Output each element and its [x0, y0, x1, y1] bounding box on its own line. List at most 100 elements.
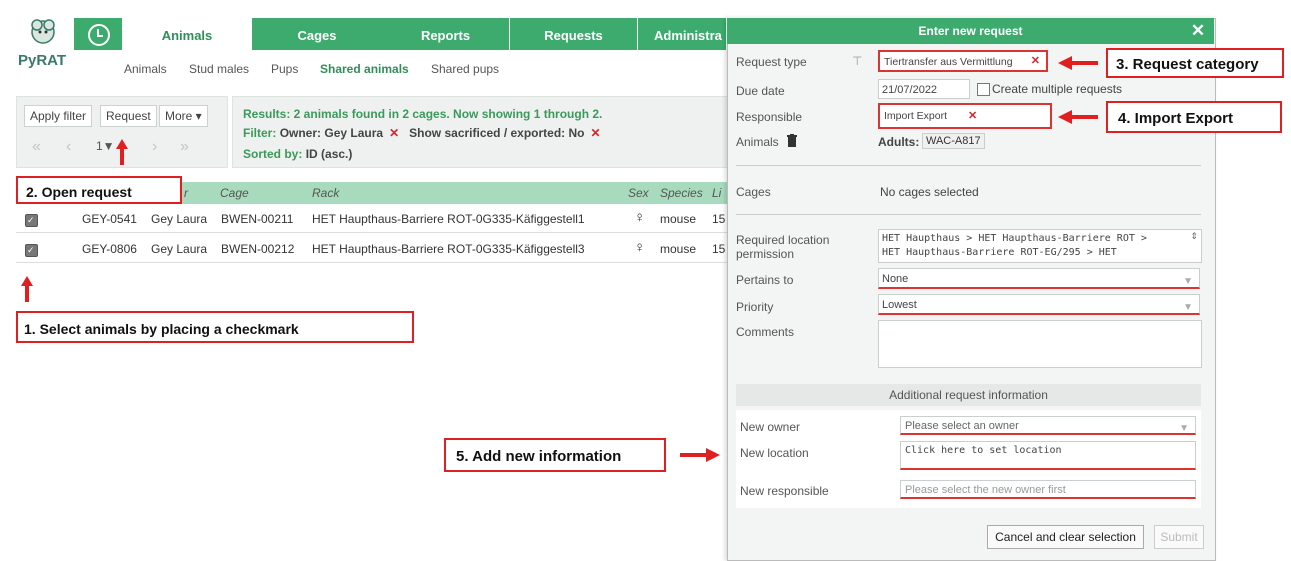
col-species-header[interactable]: Species — [660, 186, 703, 200]
results-panel: Results: 2 animals found in 2 cages. Now… — [232, 96, 729, 168]
trash-icon[interactable] — [787, 134, 797, 147]
cell-species: mouse — [660, 242, 697, 256]
cell-rack: HET Haupthaus-Barriere ROT-0G335-Käfigge… — [312, 212, 585, 226]
last-page-button[interactable]: » — [180, 138, 189, 156]
col-rack-header[interactable]: Rack — [312, 186, 339, 200]
due-date-label: Due date — [736, 84, 785, 98]
dropdown-arrow-icon: ▼ — [1179, 423, 1189, 434]
col-li-header[interactable]: Li — [712, 186, 721, 200]
cell-species: mouse — [660, 212, 697, 226]
scroll-arrows-icon[interactable]: ⇕ — [1190, 231, 1198, 242]
callout-open-request: 2. Open request — [16, 176, 182, 204]
create-multiple-label: Create multiple requests — [992, 82, 1123, 96]
row-checkbox[interactable] — [25, 214, 38, 227]
pyrat-logo: PyRAT — [14, 16, 72, 76]
request-button[interactable]: Request — [100, 105, 157, 127]
cell-rack: HET Haupthaus-Barriere ROT-0G335-Käfigge… — [312, 242, 585, 256]
next-page-button[interactable]: › — [152, 138, 157, 156]
divider — [736, 214, 1201, 215]
due-date-input[interactable]: 21/07/2022 — [878, 79, 970, 99]
cell-id[interactable]: GEY-0806 — [82, 242, 137, 256]
tab-reports[interactable]: Reports — [382, 18, 510, 50]
history-tab[interactable] — [74, 18, 122, 50]
additional-info-header: Additional request information — [736, 384, 1201, 406]
apply-filter-button[interactable]: Apply filter — [24, 105, 93, 127]
cages-value: No cages selected — [880, 185, 979, 199]
animal-chip[interactable]: WAC-A817 — [922, 133, 985, 149]
dialog-title: Enter new request — [727, 18, 1214, 44]
sorted-label: Sorted by: — [243, 147, 303, 161]
animals-label: Animals — [736, 135, 779, 149]
request-type-select[interactable]: Tiertransfer aus Vermittlung ✕ — [878, 50, 1048, 72]
subtab-animals[interactable]: Animals — [124, 62, 167, 76]
cell-owner: Gey Laura — [151, 242, 208, 256]
req-location-label-2: permission — [736, 247, 795, 261]
priority-label: Priority — [736, 300, 774, 314]
mouse-logo-icon — [31, 19, 55, 44]
filter-sacrificed: Show sacrificed / exported: No — [409, 126, 585, 140]
female-icon: ♀ — [634, 239, 646, 256]
request-type-value: Tiertransfer aus Vermittlung — [884, 56, 1013, 68]
new-location-placeholder: Click here to set location — [905, 445, 1062, 456]
tab-requests[interactable]: Requests — [510, 18, 638, 50]
more-button[interactable]: More ▾ — [159, 105, 208, 127]
create-multiple-checkbox[interactable] — [977, 83, 990, 96]
req-location-label: Required location — [736, 233, 830, 247]
remove-owner-filter-icon[interactable]: ✕ — [389, 126, 399, 140]
req-location-field[interactable]: HET Haupthaus > HET Haupthaus-Barriere R… — [878, 229, 1202, 263]
comments-textarea[interactable] — [878, 320, 1202, 368]
subtab-shared-pups[interactable]: Shared pups — [431, 62, 499, 76]
new-owner-label: New owner — [740, 420, 801, 434]
pertains-select[interactable]: None ▼ — [878, 268, 1200, 289]
tab-animals[interactable]: Animals — [122, 18, 253, 50]
callout-add-info: 5. Add new information — [444, 438, 666, 472]
responsible-select[interactable]: Import Export ✕ — [878, 103, 1052, 129]
cell-li: 15 — [712, 212, 726, 226]
subtab-pups[interactable]: Pups — [271, 62, 298, 76]
cell-cage[interactable]: BWEN-00211 — [221, 212, 293, 226]
cell-owner: Gey Laura — [151, 212, 208, 226]
dropdown-arrow-icon: ▼ — [1183, 302, 1193, 313]
filter-label: Filter: — [243, 126, 277, 140]
new-location-label: New location — [740, 446, 809, 460]
results-summary: Results: 2 animals found in 2 cages. Now… — [243, 107, 603, 121]
clock-icon — [88, 24, 110, 46]
arrow-right-icon — [680, 448, 720, 462]
col-cage-header[interactable]: Cage — [220, 186, 249, 200]
sorted-value[interactable]: ID (asc.) — [306, 147, 353, 161]
remove-responsible-icon[interactable]: ✕ — [968, 109, 977, 122]
new-responsible-label: New responsible — [740, 484, 829, 498]
callout-select-animals: 1. Select animals by placing a checkmark — [16, 311, 414, 343]
tab-cages[interactable]: Cages — [252, 18, 383, 50]
priority-value: Lowest — [882, 299, 917, 311]
cell-id[interactable]: GEY-0541 — [82, 212, 137, 226]
page-select[interactable]: 1▼ — [96, 139, 115, 153]
arrow-left-icon — [1058, 56, 1098, 70]
remove-sacrificed-filter-icon[interactable]: ✕ — [591, 126, 601, 140]
subtab-stud-males[interactable]: Stud males — [189, 62, 249, 76]
remove-request-type-icon[interactable]: ✕ — [1031, 54, 1040, 67]
col-sex-header[interactable]: Sex — [628, 186, 649, 200]
cell-cage[interactable]: BWEN-00212 — [221, 242, 294, 256]
row-checkbox[interactable] — [25, 244, 38, 257]
col-owner-header[interactable]: r — [184, 186, 188, 200]
pertains-value: None — [882, 273, 909, 285]
close-icon[interactable]: ✕ — [1188, 20, 1208, 42]
submit-button[interactable]: Submit — [1154, 525, 1204, 549]
subtab-shared-animals[interactable]: Shared animals — [320, 62, 409, 76]
callout-request-category: 3. Request category — [1106, 48, 1284, 78]
first-page-button[interactable]: « — [32, 138, 41, 156]
responsible-label: Responsible — [736, 110, 803, 124]
new-responsible-input[interactable]: Please select the new owner first — [900, 480, 1196, 499]
req-location-line-2: HET Haupthaus-Barriere ROT-EG/295 > HET — [882, 247, 1117, 258]
priority-select[interactable]: Lowest ▼ — [878, 294, 1200, 315]
prev-page-button[interactable]: ‹ — [66, 138, 71, 156]
responsible-value: Import Export — [884, 110, 948, 122]
cancel-clear-button[interactable]: Cancel and clear selection — [987, 525, 1144, 549]
filter-owner: Owner: Gey Laura — [279, 126, 384, 140]
new-location-textarea[interactable]: Click here to set location — [900, 441, 1196, 470]
tab-administration[interactable]: Administra — [638, 18, 727, 50]
arrow-shaft — [120, 148, 124, 165]
new-owner-select[interactable]: Please select an owner ▼ — [900, 416, 1196, 435]
filter-icon[interactable]: ⊤ — [852, 54, 862, 68]
